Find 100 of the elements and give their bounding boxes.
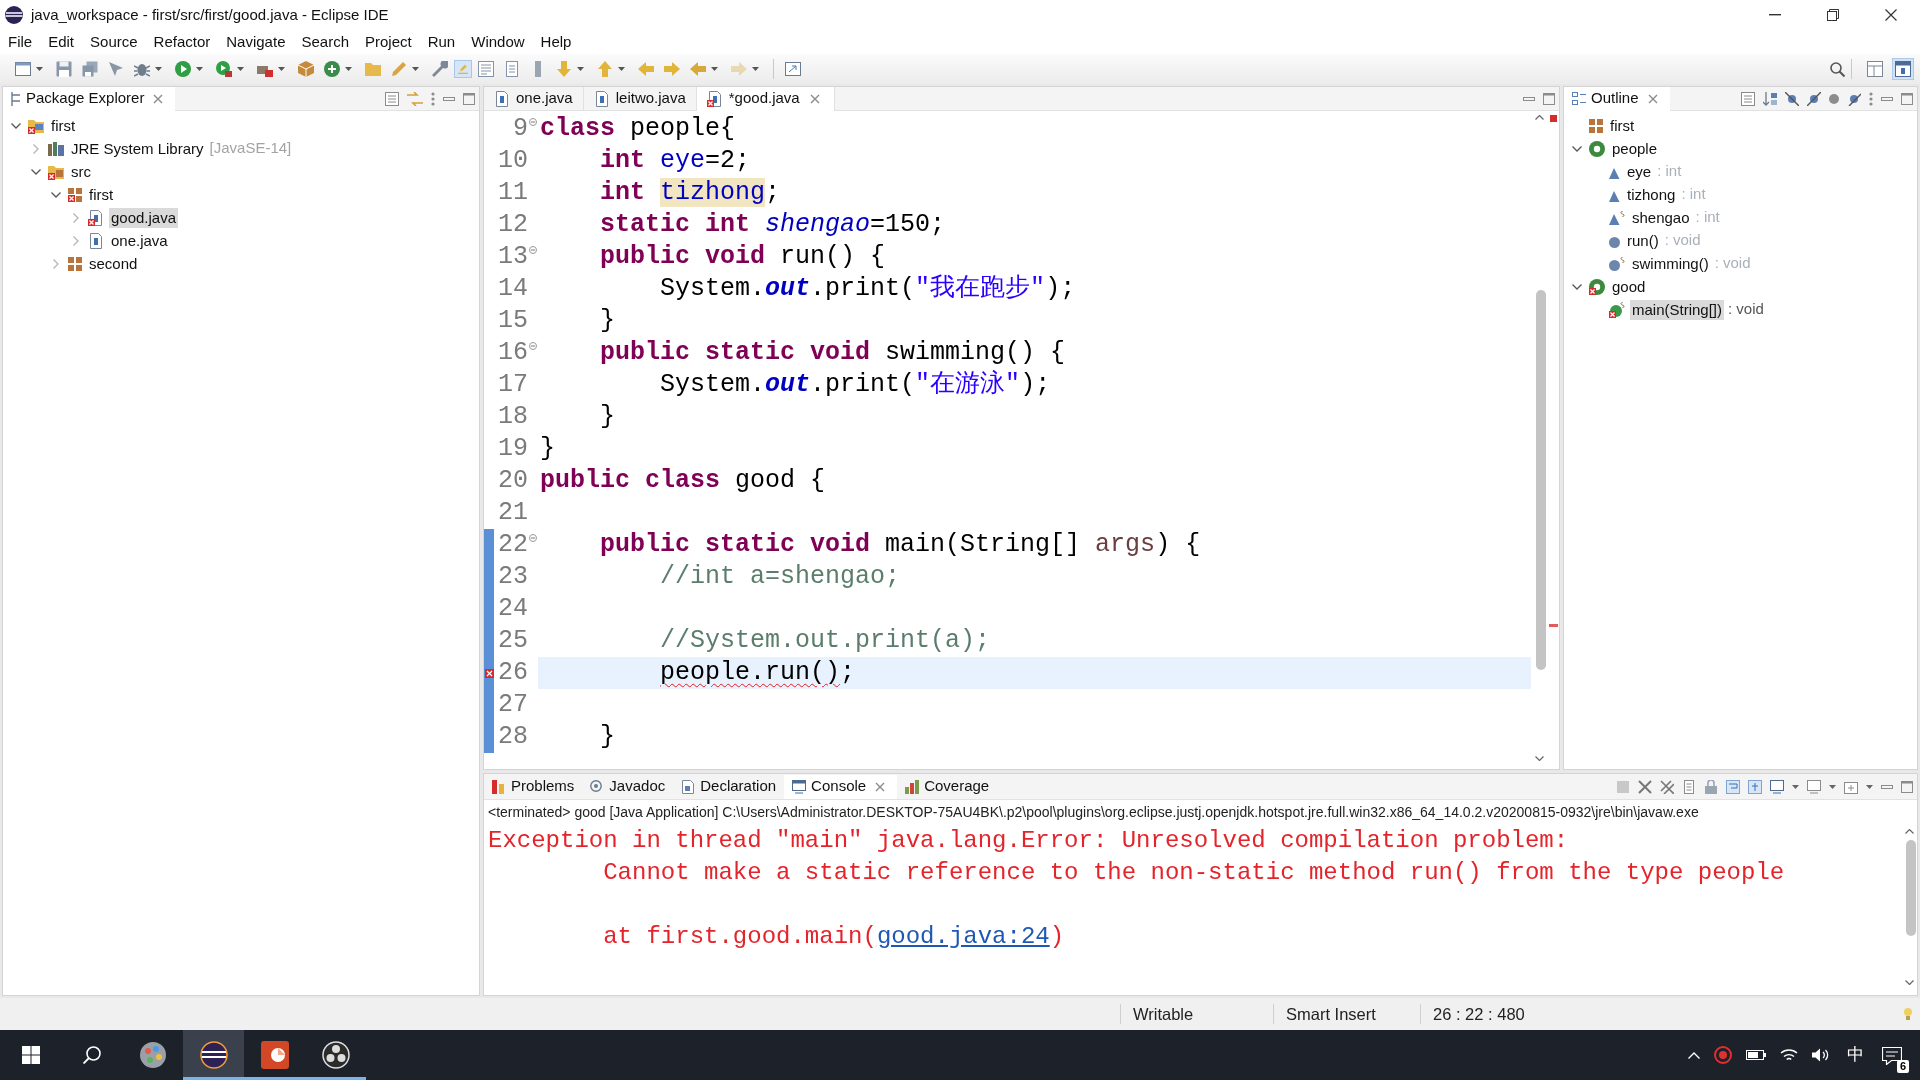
arrow-down-icon[interactable] bbox=[1904, 980, 1914, 985]
tree-item[interactable]: good bbox=[1610, 276, 1648, 297]
monitor-icon[interactable] bbox=[1807, 779, 1821, 794]
chevron-right-icon[interactable] bbox=[33, 143, 39, 154]
menu-item[interactable]: Search bbox=[293, 31, 357, 53]
link-arrows-icon[interactable] bbox=[407, 91, 423, 106]
arrow-down-icon[interactable] bbox=[1534, 756, 1544, 761]
caret-icon[interactable] bbox=[237, 67, 244, 71]
menu-item[interactable]: Navigate bbox=[218, 31, 294, 53]
dot-icon[interactable] bbox=[1829, 93, 1839, 104]
chevron-down-icon[interactable] bbox=[31, 168, 41, 175]
maximize-icon[interactable] bbox=[463, 92, 475, 105]
menu-item[interactable]: Source bbox=[82, 31, 146, 53]
chevron-down-icon[interactable] bbox=[11, 122, 21, 129]
tree-item[interactable]: src bbox=[69, 161, 93, 182]
circle-plus-icon[interactable] bbox=[324, 61, 340, 77]
menu-item[interactable]: Project bbox=[357, 31, 420, 53]
tree-item[interactable]: main(String[]) bbox=[1630, 299, 1725, 320]
menu-item[interactable]: Refactor bbox=[145, 31, 219, 53]
tree-item[interactable]: first bbox=[49, 115, 78, 136]
menu-item[interactable]: Run bbox=[419, 31, 464, 53]
view-tab[interactable]: Console bbox=[784, 774, 898, 799]
editor-tab[interactable]: leitwo.java bbox=[583, 87, 697, 111]
view-tab[interactable]: Declaration bbox=[673, 774, 785, 799]
maximize-icon[interactable] bbox=[1901, 92, 1913, 105]
wifi-icon[interactable] bbox=[1780, 1048, 1798, 1062]
chevron-right-icon[interactable] bbox=[53, 258, 59, 269]
collapse-icon[interactable] bbox=[529, 342, 537, 350]
crossed-dot-icon[interactable] bbox=[1785, 91, 1799, 106]
minimize-icon[interactable] bbox=[1881, 784, 1893, 789]
menu-item[interactable]: File bbox=[0, 31, 41, 53]
caret-icon[interactable] bbox=[1866, 784, 1873, 789]
play-icon[interactable] bbox=[175, 61, 191, 77]
view-tab[interactable]: Coverage bbox=[897, 774, 998, 799]
plus-box-icon[interactable] bbox=[1748, 779, 1762, 794]
view-tab[interactable]: Javadoc bbox=[582, 774, 674, 799]
minimize-icon[interactable] bbox=[1769, 14, 1781, 16]
arrow-up-icon[interactable] bbox=[1534, 115, 1544, 120]
page-icon[interactable] bbox=[504, 61, 520, 77]
tree-item[interactable]: eye bbox=[1625, 161, 1654, 182]
tree-item[interactable]: JRE System Library bbox=[69, 138, 206, 159]
bug-icon[interactable] bbox=[134, 61, 150, 77]
restore-icon[interactable] bbox=[1827, 9, 1839, 21]
scrollbar-thumb[interactable] bbox=[1905, 840, 1916, 936]
menu-item[interactable]: Help bbox=[532, 31, 580, 53]
chevron-right-icon[interactable] bbox=[73, 235, 79, 246]
sort-icon[interactable] bbox=[1763, 91, 1777, 106]
menu-icon[interactable] bbox=[431, 91, 435, 106]
error-marker-icon[interactable] bbox=[1549, 115, 1557, 122]
window-icon[interactable] bbox=[15, 61, 31, 77]
window-plus-icon[interactable] bbox=[1844, 779, 1858, 794]
menu-icon[interactable] bbox=[1869, 91, 1873, 106]
tree-item[interactable]: second bbox=[87, 253, 140, 274]
target-icon[interactable] bbox=[1714, 1046, 1732, 1064]
caret-icon[interactable] bbox=[1792, 784, 1799, 789]
tree-item[interactable]: tizhong bbox=[1625, 184, 1678, 205]
editor-tab[interactable]: *good.java bbox=[696, 87, 835, 111]
view-tab[interactable]: Outline bbox=[1564, 87, 1670, 111]
caret-icon[interactable] bbox=[278, 67, 285, 71]
tree-item[interactable]: run() bbox=[1625, 230, 1661, 251]
error-marker-icon[interactable] bbox=[1548, 624, 1558, 627]
remove-all-icon[interactable] bbox=[1660, 779, 1674, 794]
arrow-up-icon[interactable] bbox=[1904, 829, 1914, 834]
collapse-icon[interactable] bbox=[529, 246, 537, 254]
caret-icon[interactable] bbox=[196, 67, 203, 71]
speaker-icon[interactable] bbox=[1812, 1048, 1830, 1062]
crossed-dot-icon[interactable] bbox=[1847, 91, 1861, 106]
caret-icon[interactable] bbox=[1829, 784, 1836, 789]
wrench-icon[interactable] bbox=[432, 61, 448, 77]
list-icon[interactable] bbox=[385, 91, 399, 106]
caret-icon[interactable] bbox=[577, 67, 584, 71]
editor-tab[interactable]: one.java bbox=[484, 87, 584, 111]
pencil-icon[interactable] bbox=[391, 61, 407, 77]
chevron-up-icon[interactable] bbox=[1688, 1051, 1700, 1059]
marker-icon[interactable] bbox=[455, 61, 471, 77]
close-icon[interactable] bbox=[1885, 9, 1897, 21]
caret-icon[interactable] bbox=[752, 67, 759, 71]
caret-icon[interactable] bbox=[412, 67, 419, 71]
scrollbar-thumb[interactable] bbox=[1535, 290, 1546, 670]
tree-item[interactable]: first bbox=[87, 184, 116, 205]
monitor-icon[interactable] bbox=[1770, 779, 1784, 794]
minimize-icon[interactable] bbox=[443, 96, 455, 101]
disks-icon[interactable] bbox=[82, 61, 98, 77]
wrap-icon[interactable] bbox=[1726, 779, 1740, 794]
minimize-icon[interactable] bbox=[1523, 96, 1535, 101]
caret-icon[interactable] bbox=[155, 67, 162, 71]
remove-icon[interactable] bbox=[1638, 779, 1652, 794]
collapse-icon[interactable] bbox=[529, 534, 537, 542]
caret-icon[interactable] bbox=[36, 67, 43, 71]
view-tab[interactable]: Package Explorer bbox=[3, 87, 176, 111]
play-box-icon[interactable] bbox=[216, 61, 232, 77]
lines-icon[interactable] bbox=[478, 61, 494, 77]
arrow-left-icon[interactable] bbox=[690, 61, 706, 77]
collapse-icon[interactable] bbox=[529, 118, 537, 126]
menu-item[interactable]: Window bbox=[463, 31, 533, 53]
caret-icon[interactable] bbox=[345, 67, 352, 71]
tree-item[interactable]: good.java bbox=[109, 207, 179, 228]
caret-icon[interactable] bbox=[618, 67, 625, 71]
crossed-dot-icon[interactable] bbox=[1807, 91, 1821, 106]
tree-item[interactable]: people bbox=[1610, 138, 1660, 159]
